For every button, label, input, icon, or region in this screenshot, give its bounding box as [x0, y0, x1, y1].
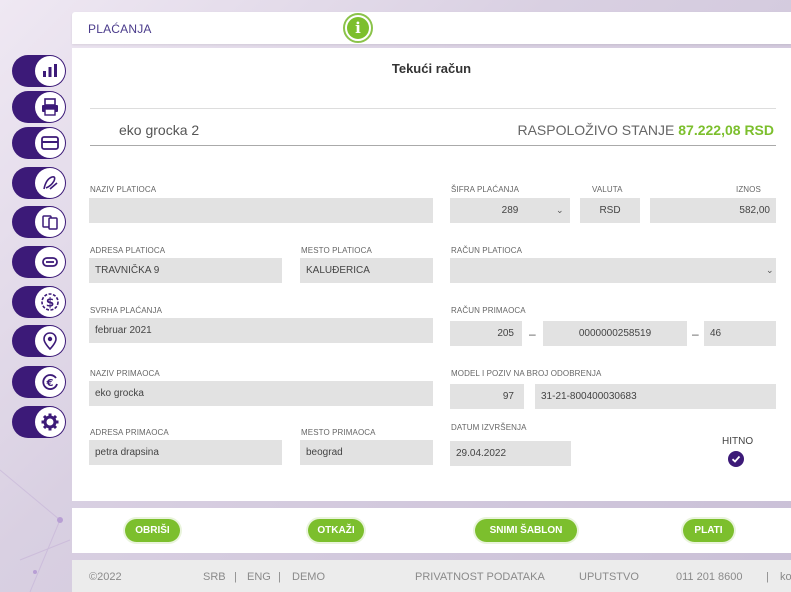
- card-icon: [41, 136, 59, 150]
- nav-item-signing[interactable]: [12, 167, 66, 199]
- svg-text:€: €: [46, 378, 54, 389]
- recipient-account-bank-field[interactable]: 205: [450, 321, 522, 346]
- dollar-coin-icon: $: [41, 293, 59, 311]
- payment-code-select[interactable]: 289: [450, 198, 570, 223]
- recipient-city-field[interactable]: beograd: [300, 440, 433, 465]
- nav-item-transfers[interactable]: [12, 206, 66, 238]
- bar-chart-icon: [43, 64, 57, 77]
- recipient-city-label: MESTO PRIMAOCA: [301, 428, 376, 437]
- recipient-account-number-field[interactable]: 0000000258519: [543, 321, 687, 346]
- chevron-down-icon: ⌄: [556, 205, 564, 215]
- footer: ©2022 SRB | ENG | DEMO PRIVATNOST PODATA…: [72, 560, 791, 592]
- execution-date-field[interactable]: 29.04.2022: [450, 441, 571, 466]
- account-separator: –: [529, 327, 536, 341]
- nav-item-settings[interactable]: [12, 406, 66, 438]
- payer-account-select[interactable]: [450, 258, 776, 283]
- action-bar: OBRIŠI OTKAŽI SNIMI ŠABLON PLATI: [72, 508, 791, 553]
- save-template-button[interactable]: SNIMI ŠABLON: [475, 519, 577, 542]
- printer-icon: [42, 98, 58, 116]
- exchange-arrows-icon: [42, 257, 58, 267]
- sign-pen-icon: [43, 176, 58, 190]
- nav-item-accounts[interactable]: [12, 55, 66, 87]
- recipient-account-control-field[interactable]: 46: [704, 321, 776, 346]
- nav-item-payments[interactable]: $: [12, 286, 66, 318]
- payer-city-field[interactable]: KALUĐERICA: [300, 258, 433, 283]
- balance-value: 87.222,08 RSD: [678, 122, 774, 138]
- nav-item-locations[interactable]: [12, 325, 66, 357]
- svg-text:$: $: [46, 296, 54, 310]
- section-title: PLAĆANJA: [88, 22, 152, 36]
- chevron-down-icon: ⌄: [766, 265, 774, 275]
- payer-name-label: NAZIV PLATIOCA: [90, 185, 157, 194]
- account-name: eko grocka 2: [119, 122, 200, 138]
- amount-label: IZNOS: [736, 185, 761, 194]
- recipient-address-label: ADRESA PRIMAOCA: [90, 428, 169, 437]
- info-button[interactable]: i: [343, 13, 373, 43]
- lang-eng-link[interactable]: ENG: [247, 571, 271, 583]
- recipient-name-label: NAZIV PRIMAOCA: [90, 369, 160, 378]
- footer-separator: |: [278, 571, 281, 583]
- privacy-link[interactable]: PRIVATNOST PODATAKA: [415, 571, 545, 583]
- execution-date-label: DATUM IZVRŠENJA: [451, 423, 527, 432]
- phone-number: 011 201 8600: [676, 571, 743, 583]
- payer-address-field[interactable]: TRAVNIČKA 9: [89, 258, 282, 283]
- page-title: Tekući račun: [391, 61, 472, 76]
- location-pin-icon: [43, 332, 57, 351]
- account-row[interactable]: eko grocka 2 RASPOLOŽIVO STANJE 87.222,0…: [90, 108, 776, 146]
- currency-label: VALUTA: [592, 185, 623, 194]
- urgent-checkbox[interactable]: [728, 451, 744, 467]
- recipient-name-field[interactable]: eko grocka: [89, 381, 433, 406]
- currency-field[interactable]: RSD: [580, 198, 640, 223]
- payer-name-field[interactable]: [89, 198, 433, 223]
- reference-number-field[interactable]: 31-21-800400030683: [535, 384, 776, 409]
- settings-gear-icon: [41, 413, 59, 431]
- nav-item-currency[interactable]: €: [12, 366, 66, 398]
- available-balance: RASPOLOŽIVO STANJE 87.222,08 RSD: [517, 122, 774, 138]
- demo-link[interactable]: DEMO: [292, 571, 325, 583]
- footer-separator: |: [234, 571, 237, 583]
- info-icon: i: [347, 17, 369, 39]
- lang-srb-link[interactable]: SRB: [203, 571, 226, 583]
- nav-item-exchange[interactable]: [12, 246, 66, 278]
- account-separator: –: [692, 327, 699, 341]
- manual-link[interactable]: UPUTSTVO: [579, 571, 639, 583]
- contact-link[interactable]: ko: [780, 571, 791, 583]
- payment-code-value: 289: [501, 205, 519, 216]
- payer-city-label: MESTO PLATIOCA: [301, 246, 372, 255]
- payer-account-label: RAČUN PLATIOCA: [451, 246, 523, 255]
- recipient-address-field[interactable]: petra drapsina: [89, 440, 282, 465]
- payment-code-label: ŠIFRA PLAĆANJA: [451, 185, 520, 194]
- cancel-button[interactable]: OTKAŽI: [308, 519, 364, 542]
- nav-item-statements[interactable]: [12, 91, 66, 123]
- payment-form-panel: Tekući račun eko grocka 2 RASPOLOŽIVO ST…: [72, 48, 791, 501]
- amount-field[interactable]: 582,00: [650, 198, 776, 223]
- balance-label: RASPOLOŽIVO STANJE: [517, 122, 675, 138]
- nav-item-cards[interactable]: [12, 127, 66, 159]
- recipient-account-label: RAČUN PRIMAOCA: [451, 306, 526, 315]
- payer-address-label: ADRESA PLATIOCA: [90, 246, 166, 255]
- footer-separator: |: [766, 571, 769, 583]
- urgent-label: HITNO: [722, 436, 754, 447]
- copyright: ©2022: [89, 571, 122, 583]
- top-bar: PLAĆANJA: [72, 12, 791, 44]
- purpose-label: SVRHA PLAĆANJA: [90, 306, 163, 315]
- delete-button[interactable]: OBRIŠI: [125, 519, 180, 542]
- model-reference-label: MODEL I POZIV NA BROJ ODOBRENJA: [451, 369, 602, 378]
- transfer-docs-icon: [42, 215, 58, 230]
- purpose-field[interactable]: februar 2021: [89, 318, 433, 343]
- euro-exchange-icon: €: [42, 374, 58, 390]
- pay-button[interactable]: PLATI: [683, 519, 734, 542]
- model-field[interactable]: 97: [450, 384, 524, 409]
- checkmark-icon: [731, 455, 741, 463]
